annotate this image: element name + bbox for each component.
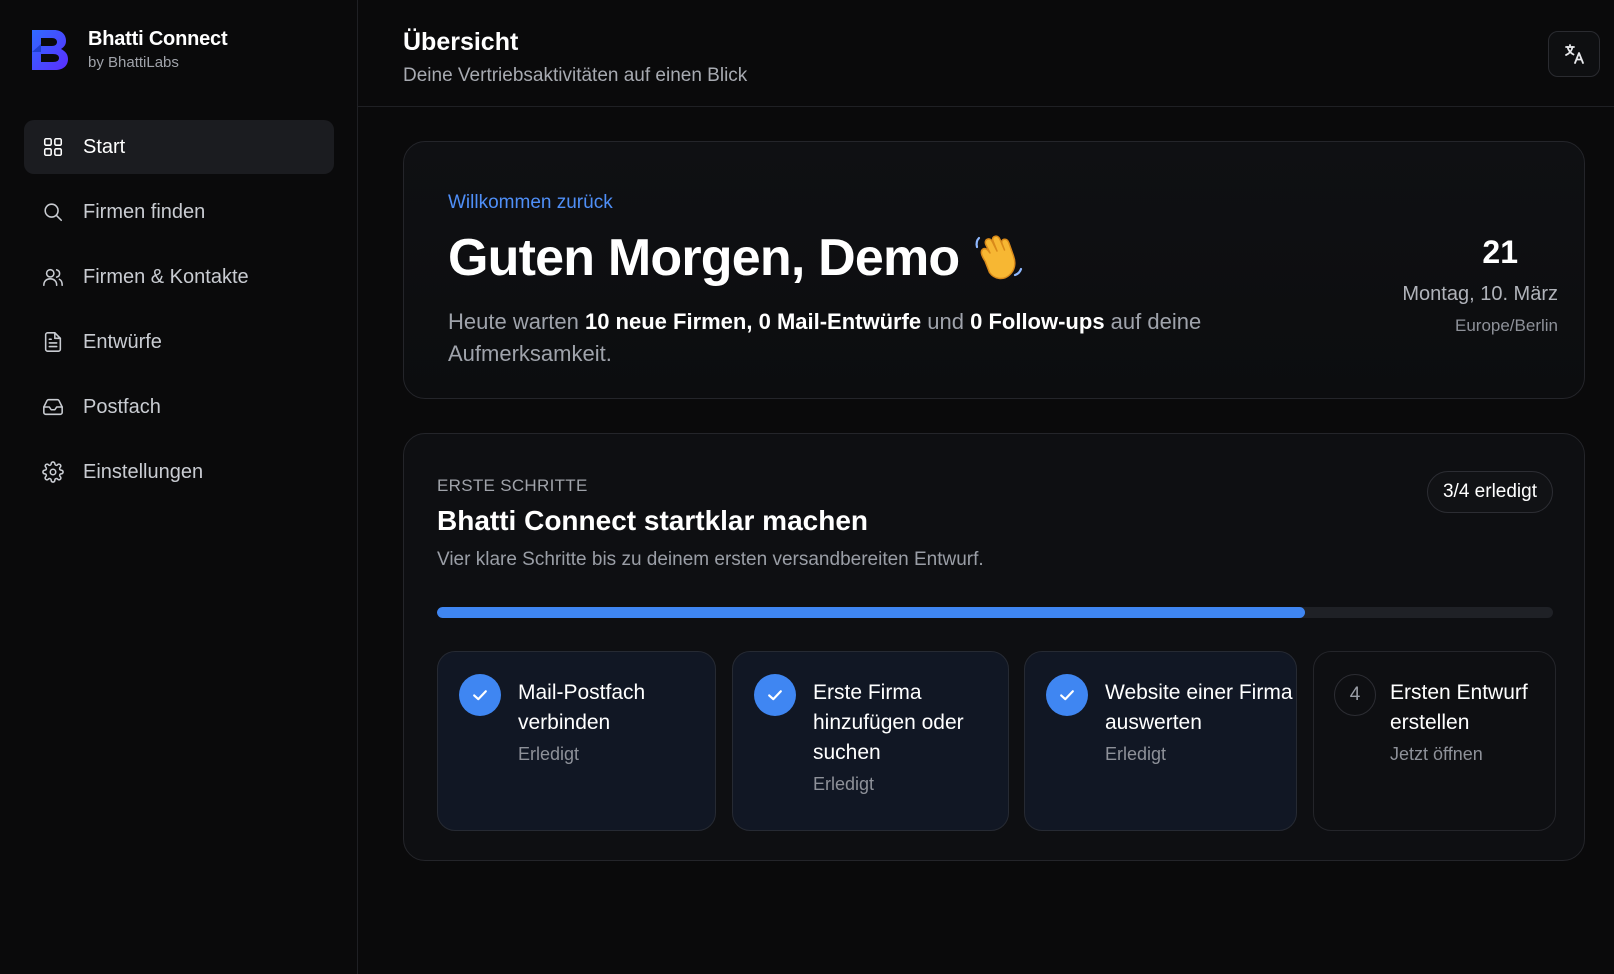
step-title: Erste Firma hinzufügen oder suchen: [813, 678, 964, 768]
welcome-title: Guten Morgen, Demo: [448, 228, 1025, 288]
step-title: Website einer Firma auswerten: [1105, 678, 1293, 738]
check-icon: [754, 674, 796, 716]
brand[interactable]: Bhatti Connect by BhattiLabs: [28, 26, 228, 72]
sidebar-item-start[interactable]: Start: [24, 120, 334, 174]
welcome-card: Willkommen zurück Guten Morgen, Demo Heu…: [403, 141, 1585, 399]
step-title-line: Ersten Entwurf: [1390, 681, 1528, 704]
step-title: Ersten Entwurf erstellen: [1390, 678, 1528, 738]
gear-icon: [41, 460, 65, 484]
step-title-line: Mail-Postfach: [518, 681, 646, 704]
onboarding-eyebrow: ERSTE SCHRITTE: [437, 476, 588, 495]
progress-fill: [437, 607, 1306, 618]
brand-name: Bhatti Connect: [88, 27, 228, 50]
sidebar-item-firmen-finden[interactable]: Firmen finden: [24, 185, 334, 239]
step-title-line: auswerten: [1105, 711, 1202, 734]
brand-sub: by BhattiLabs: [88, 53, 179, 71]
step-title-line: hinzufügen oder: [813, 711, 964, 734]
step-number: 4: [1334, 674, 1376, 716]
sidebar-item-label: Einstellungen: [83, 460, 204, 483]
waving-hand-icon: [975, 235, 1023, 280]
sidebar-nav: Start Firmen finden Firmen & Kontakte En…: [24, 120, 334, 510]
sidebar: Bhatti Connect by BhattiLabs Start Firme…: [0, 0, 358, 974]
sidebar-item-postfach[interactable]: Postfach: [24, 380, 334, 434]
sidebar-item-einstellungen[interactable]: Einstellungen: [24, 445, 334, 499]
sidebar-item-label: Postfach: [83, 395, 161, 418]
users-icon: [41, 265, 65, 289]
step-title-line: Erste Firma: [813, 681, 922, 704]
step-card-website-auswerten[interactable]: Website einer Firma auswerten Erledigt: [1024, 651, 1297, 831]
step-title-line: verbinden: [518, 711, 611, 734]
step-title-line: suchen: [813, 741, 881, 764]
sidebar-item-label: Firmen finden: [83, 200, 206, 223]
progress-badge: 3/4 erledigt: [1426, 471, 1553, 513]
step-card-mail-postfach[interactable]: Mail-Postfach verbinden Erledigt: [437, 651, 716, 831]
inbox-icon: [41, 395, 65, 419]
date-block: 21 Montag, 10. März Europe/Berlin: [1402, 234, 1558, 336]
step-open-link[interactable]: Jetzt öffnen: [1390, 744, 1483, 765]
grid-icon: [41, 135, 65, 159]
search-icon: [41, 200, 65, 224]
check-icon: [459, 674, 501, 716]
sidebar-item-label: Start: [83, 135, 126, 158]
step-card-ersten-entwurf[interactable]: 4 Ersten Entwurf erstellen Jetzt öffnen: [1313, 651, 1556, 831]
greeting-text: Guten Morgen, Demo: [448, 229, 960, 287]
page-header: Übersicht Deine Vertriebsaktivitäten auf…: [358, 0, 1614, 107]
new-companies-count: 10 neue Firmen: [584, 309, 747, 334]
step-status: Erledigt: [518, 744, 580, 764]
step-status: Erledigt: [1105, 744, 1167, 764]
translate-icon: [1565, 44, 1584, 64]
onboarding-card: ERSTE SCHRITTE Bhatti Connect startklar …: [403, 433, 1585, 861]
date-day: 21: [1482, 234, 1518, 270]
step-status: Erledigt: [813, 774, 875, 794]
welcome-eyebrow: Willkommen zurück: [448, 192, 613, 213]
onboarding-description: Vier klare Schritte bis zu deinem ersten…: [437, 549, 984, 570]
welcome-summary: Heute warten 10 neue Firmen, 0 Mail-Entw…: [448, 306, 1268, 370]
summary-text: Heute warten: [448, 309, 585, 334]
onboarding-title: Bhatti Connect startklar machen: [437, 505, 868, 536]
page-subtitle: Deine Vertriebsaktivitäten auf einen Bli…: [403, 65, 748, 86]
check-icon: [1046, 674, 1088, 716]
sidebar-item-label: Entwürfe: [83, 330, 162, 353]
language-button[interactable]: [1548, 31, 1600, 77]
drafts-count: 0 Mail-Entwürfe: [758, 309, 922, 334]
sidebar-item-firmen-kontakte[interactable]: Firmen & Kontakte: [24, 250, 334, 304]
followups-count: 0 Follow-ups: [970, 309, 1105, 334]
step-card-erste-firma[interactable]: Erste Firma hinzufügen oder suchen Erled…: [732, 651, 1009, 831]
sidebar-item-label: Firmen & Kontakte: [83, 265, 249, 288]
page-title: Übersicht: [403, 28, 519, 56]
step-title-line: Website einer Firma: [1105, 681, 1293, 704]
document-icon: [41, 330, 65, 354]
sidebar-item-entwuerfe[interactable]: Entwürfe: [24, 315, 334, 369]
date-full: Montag, 10. März: [1402, 283, 1558, 305]
progress-bar: [437, 607, 1553, 618]
step-title: Mail-Postfach verbinden: [518, 678, 645, 738]
summary-separator: und: [921, 309, 971, 334]
timezone: Europe/Berlin: [1454, 316, 1558, 335]
brand-logo-icon: [32, 30, 68, 70]
step-title-line: erstellen: [1390, 711, 1470, 734]
summary-separator: ,: [746, 309, 759, 334]
